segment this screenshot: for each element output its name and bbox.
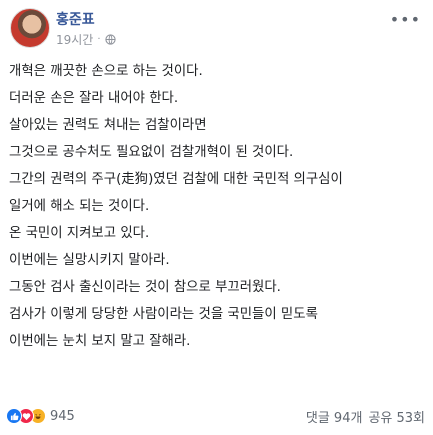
comment-count[interactable]: 댓글 94개 <box>306 407 363 426</box>
more-options-icon[interactable]: ••• <box>390 10 421 29</box>
share-count[interactable]: 공유 53회 <box>368 407 425 426</box>
avatar[interactable] <box>10 8 50 48</box>
engagement-counts: 댓글 94개 공유 53회 <box>306 407 425 426</box>
post-paragraph: 이번에는 실망시키지 말아라. <box>9 253 170 268</box>
reactions-summary[interactable]: 945 <box>6 408 75 424</box>
post-paragraph: 더러운 손은 잘라 내어야 한다. <box>9 91 179 106</box>
post-paragraph: 그것으로 공수처도 필요없이 검찰개혁이 된 것이다. <box>9 145 294 160</box>
post-paragraph: 그간의 권력의 주구(走狗)였던 검찰에 대한 국민적 의구심이 <box>9 172 343 187</box>
reaction-count[interactable]: 945 <box>50 409 75 424</box>
post-meta: 19시간 · <box>56 31 116 48</box>
post-paragraph: 개혁은 깨끗한 손으로 하는 것이다. <box>9 64 203 79</box>
post-paragraph: 온 국민이 지켜보고 있다. <box>9 226 150 241</box>
post-paragraph: 일거에 해소 되는 것이다. <box>9 199 150 214</box>
like-icon <box>6 408 22 424</box>
post-footer: 945 댓글 94개 공유 53회 <box>6 405 425 427</box>
globe-icon[interactable] <box>104 34 116 45</box>
post-time[interactable]: 19시간 <box>56 31 93 48</box>
post-paragraph: 살아있는 권력도 쳐내는 검찰이라면 <box>9 118 207 133</box>
post-paragraph: 검사가 이렇게 당당한 사람이라는 것을 국민들이 믿도록 <box>9 307 318 322</box>
post-body: 개혁은 깨끗한 손으로 하는 것이다. 더러운 손은 잘라 내어야 한다. 살아… <box>9 62 425 359</box>
author-name[interactable]: 홍준표 <box>56 9 95 29</box>
post-paragraph: 그동안 검사 출신이라는 것이 참으로 부끄러웠다. <box>9 280 281 295</box>
separator-dot: · <box>97 34 101 45</box>
post-paragraph: 이번에는 눈치 보지 말고 잘해라. <box>9 334 191 349</box>
